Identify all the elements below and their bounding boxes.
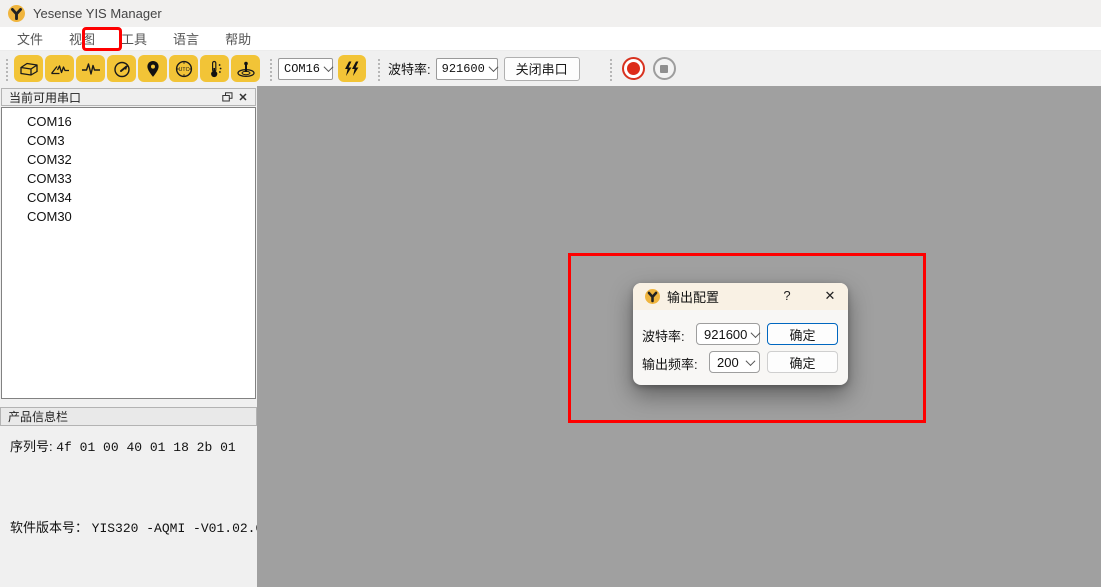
chevron-down-icon	[324, 62, 334, 72]
baud-rate-select[interactable]: 921600	[436, 58, 498, 80]
dialog-rate-select[interactable]: 200	[709, 351, 760, 373]
toolbar-grip[interactable]	[376, 57, 380, 81]
baud-rate-label: 波特率:	[388, 59, 431, 78]
baud-rate-value: 921600	[442, 62, 485, 76]
utc-time-button[interactable]: UTC	[169, 55, 198, 82]
info-panel-header: 产品信息栏	[0, 407, 257, 426]
waveform-button[interactable]	[76, 55, 105, 82]
cube-3d-icon	[17, 59, 41, 79]
serial-number-label: 序列号:	[10, 439, 53, 454]
menu-item-language[interactable]: 语言	[166, 29, 206, 48]
list-item-port[interactable]: COM34	[2, 188, 255, 207]
com-port-value: COM16	[284, 62, 320, 76]
lightning-icon	[341, 59, 363, 79]
info-panel-title: 产品信息栏	[8, 408, 68, 425]
toolbar-grip[interactable]	[4, 57, 8, 81]
list-item-port[interactable]: COM16	[2, 112, 255, 131]
app-logo-icon	[645, 289, 660, 304]
view-3d-button[interactable]	[14, 55, 43, 82]
location-pin-icon	[141, 59, 165, 79]
com-port-select[interactable]: COM16	[278, 58, 333, 80]
toolbar-icon-group: UTC	[14, 55, 260, 82]
left-dock-panel: 当前可用串口 ✕ COM16 COM3 COM32 COM33 COM34 CO…	[0, 86, 257, 587]
dialog-rate-label: 输出频率:	[642, 354, 698, 373]
toolbar-grip[interactable]	[268, 57, 272, 81]
attitude-button[interactable]	[231, 55, 260, 82]
refresh-ports-button[interactable]	[338, 55, 366, 82]
serial-number-line: 序列号: 4f 01 00 40 01 18 2b 01	[10, 436, 236, 455]
dialog-rate-value: 200	[717, 355, 739, 370]
output-config-dialog: 输出配置 ? ✕ 波特率: 921600 确定 输出频率:	[633, 283, 848, 385]
dialog-body: 波特率: 921600 确定 输出频率: 200 确定	[633, 310, 848, 385]
menu-item-tools[interactable]: 工具	[114, 29, 154, 48]
content-area: 当前可用串口 ✕ COM16 COM3 COM32 COM33 COM34 CO…	[0, 86, 1101, 587]
title-bar: Yesense YIS Manager	[0, 0, 1101, 27]
list-item-port[interactable]: COM33	[2, 169, 255, 188]
attitude-icon	[234, 59, 258, 79]
confirm-rate-button[interactable]: 确定	[767, 351, 838, 373]
output-rate-row: 输出频率: 200 确定	[633, 351, 848, 373]
pulse-wave-icon	[79, 59, 103, 79]
svg-text:UTC: UTC	[178, 67, 189, 73]
menu-item-file[interactable]: 文件	[10, 29, 50, 48]
menu-item-help[interactable]: 帮助	[218, 29, 258, 48]
stop-icon	[660, 65, 668, 73]
serial-number-value: 4f 01 00 40 01 18 2b 01	[56, 440, 235, 455]
chevron-down-icon	[751, 328, 761, 338]
toolbar-grip[interactable]	[608, 57, 612, 81]
ports-panel-title: 当前可用串口	[9, 89, 219, 106]
app-logo-icon	[8, 5, 25, 22]
workspace: 输出配置 ? ✕ 波特率: 921600 确定 输出频率:	[257, 86, 1101, 587]
list-item-port[interactable]: COM3	[2, 131, 255, 150]
app-window: Yesense YIS Manager 文件 视图 工具 语言 帮助	[0, 0, 1101, 587]
menu-item-view[interactable]: 视图	[62, 29, 102, 48]
software-version-line: 软件版本号： YIS320 -AQMI -V01.02.03;	[10, 517, 279, 536]
baud-rate-row: 波特率: 921600 确定	[633, 323, 848, 345]
dialog-baud-value: 921600	[704, 327, 747, 342]
menu-bar: 文件 视图 工具 语言 帮助	[0, 27, 1101, 51]
gauge-icon	[110, 59, 134, 79]
close-panel-button[interactable]: ✕	[235, 90, 251, 104]
angle-wave-icon	[48, 59, 72, 79]
close-serial-port-button[interactable]: 关闭串口	[504, 57, 580, 81]
location-button[interactable]	[138, 55, 167, 82]
chevron-down-icon	[746, 356, 756, 366]
record-button[interactable]	[622, 57, 645, 80]
float-window-icon	[222, 92, 233, 102]
dialog-close-button[interactable]: ✕	[821, 288, 839, 304]
thermometer-icon	[203, 59, 227, 79]
software-version-label: 软件版本号：	[10, 520, 88, 535]
chevron-down-icon	[488, 62, 498, 72]
app-title: Yesense YIS Manager	[33, 6, 162, 21]
dialog-title-bar[interactable]: 输出配置 ? ✕	[633, 283, 848, 310]
toolbar: UTC	[0, 51, 1101, 86]
ports-panel-header: 当前可用串口 ✕	[1, 88, 256, 106]
stop-button[interactable]	[653, 57, 676, 80]
dialog-baud-label: 波特率:	[642, 326, 685, 345]
dialog-help-button[interactable]: ?	[779, 288, 795, 303]
record-icon	[627, 62, 640, 75]
dialog-title: 输出配置	[667, 287, 719, 306]
temperature-button[interactable]	[200, 55, 229, 82]
ports-list[interactable]: COM16 COM3 COM32 COM33 COM34 COM30	[1, 107, 256, 399]
angle-curve-button[interactable]	[45, 55, 74, 82]
close-icon: ✕	[238, 91, 247, 104]
utc-clock-icon: UTC	[172, 59, 196, 79]
software-version-value: YIS320 -AQMI -V01.02.03;	[92, 521, 279, 536]
float-panel-button[interactable]	[219, 90, 235, 104]
confirm-baud-button[interactable]: 确定	[767, 323, 838, 345]
gauge-button[interactable]	[107, 55, 136, 82]
list-item-port[interactable]: COM30	[2, 207, 255, 226]
dialog-baud-select[interactable]: 921600	[696, 323, 760, 345]
list-item-port[interactable]: COM32	[2, 150, 255, 169]
